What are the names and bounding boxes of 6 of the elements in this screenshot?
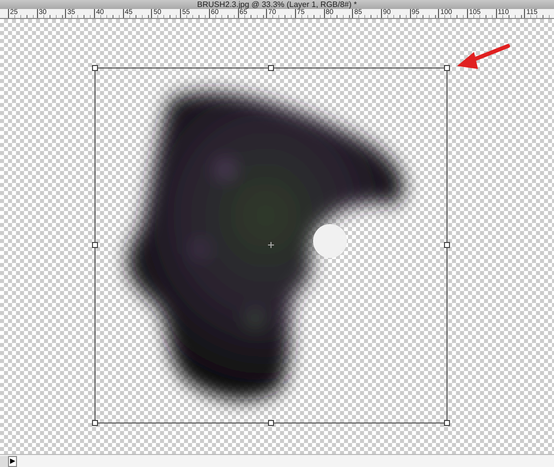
crosshair-icon [268,242,274,248]
arrow-icon [457,44,510,69]
handle-marker [313,224,347,258]
transform-bounding-box[interactable] [92,65,450,426]
window-title: BRUSH2.3.jpg @ 33.3% (Layer 1, RGB/8#) * [197,0,357,9]
scrollbar-track [0,456,8,466]
